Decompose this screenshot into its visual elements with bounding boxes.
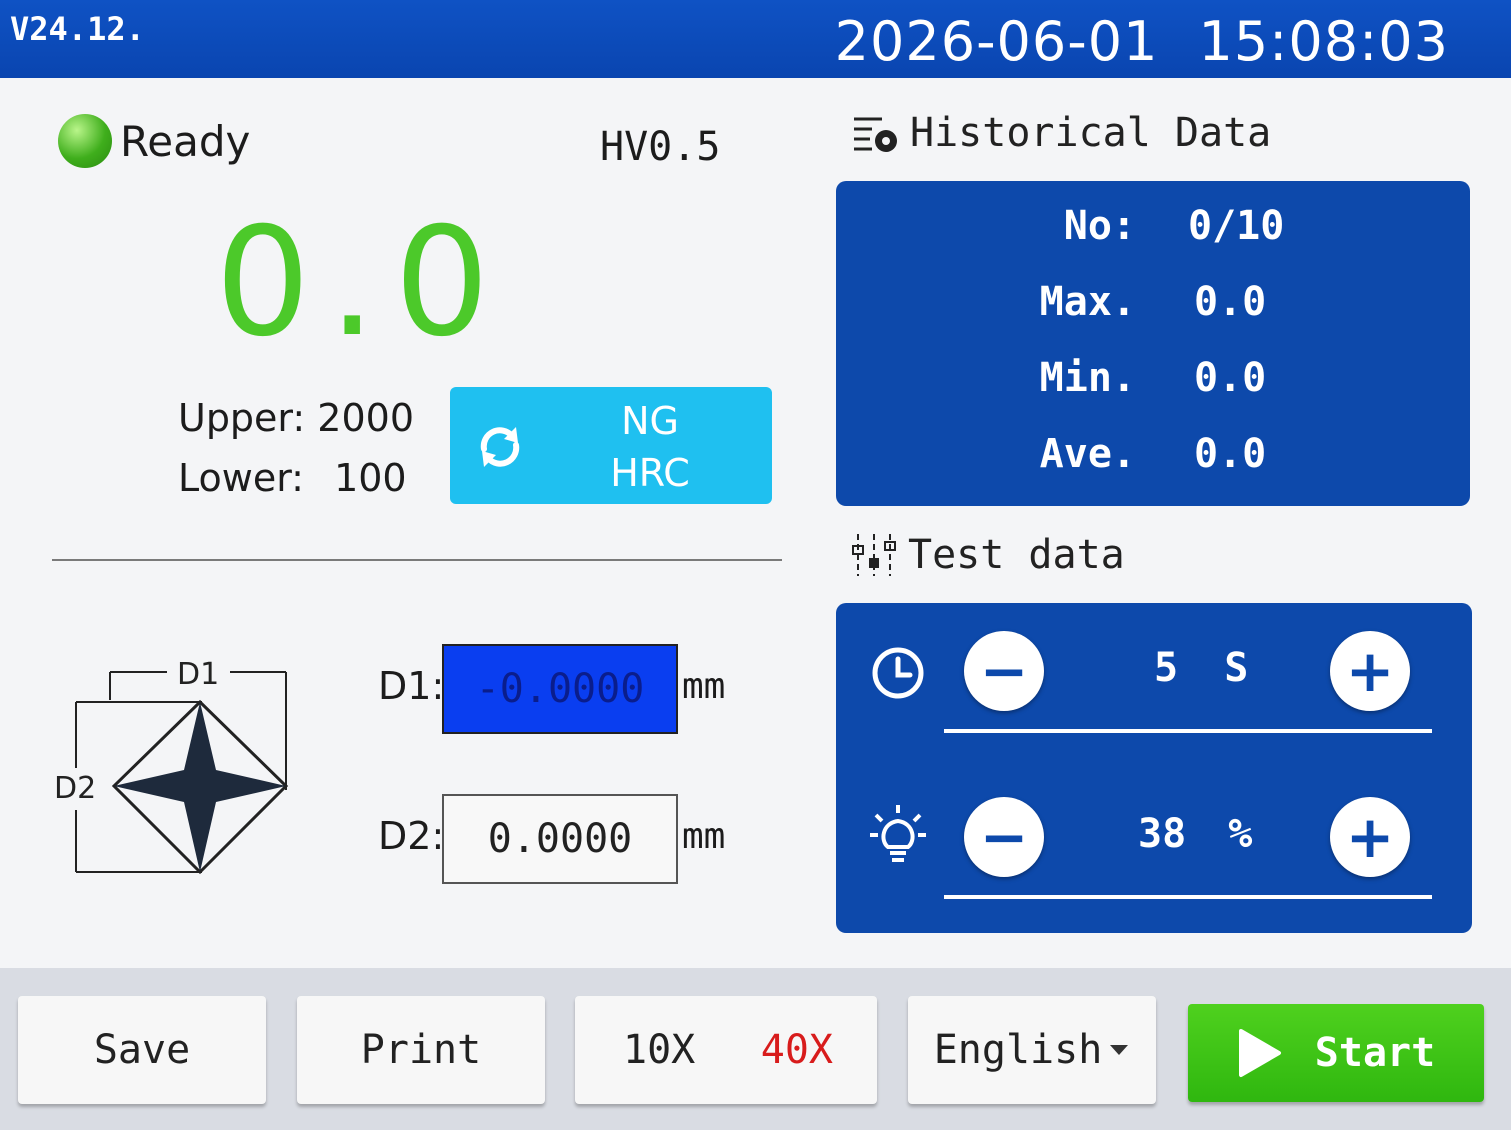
historical-data-title: Historical Data xyxy=(852,110,1271,156)
start-label: Start xyxy=(1314,1030,1436,1076)
dwell-increase-button[interactable]: + xyxy=(1330,631,1410,711)
date: 2026-06-01 xyxy=(834,10,1159,73)
test-data-panel: − 5 S + − 38 % + xyxy=(836,603,1472,933)
limits: Upper: 2000 Lower: 100 xyxy=(178,388,414,508)
diagram-d2-label: D2 xyxy=(54,771,96,806)
clock-icon xyxy=(872,647,924,699)
top-bar: V24.12. 2026-06-01 15:08:03 xyxy=(0,0,1511,78)
language-select[interactable]: English xyxy=(908,996,1156,1104)
historical-data-panel: No: 0/10 Max. 0.0 Min. 0.0 Ave. 0.0 xyxy=(836,181,1470,506)
diagram-d1-label: D1 xyxy=(177,657,219,692)
d1-unit: mm xyxy=(682,666,726,707)
refresh-icon xyxy=(480,427,520,467)
hardness-scale: HV0.5 xyxy=(600,124,721,170)
time: 15:08:03 xyxy=(1198,10,1449,73)
d1-input[interactable]: -0.0000 xyxy=(442,644,678,734)
divider xyxy=(944,729,1432,733)
history-label: No: xyxy=(1063,203,1136,249)
history-value: 0/10 xyxy=(1188,203,1285,249)
light-intensity: 38 % xyxy=(1138,811,1252,857)
d2-label: D2: xyxy=(378,814,445,858)
d1-label: D1: xyxy=(378,664,445,708)
light-intensity-value: 38 xyxy=(1138,811,1187,857)
result-status: NG xyxy=(621,399,679,443)
language-value: English xyxy=(933,1027,1103,1073)
indentation-diagram: D1 D2 xyxy=(54,657,289,875)
bulb-icon xyxy=(870,805,926,862)
history-value: 0.0 xyxy=(1194,431,1267,477)
history-value: 0.0 xyxy=(1194,279,1267,325)
save-button[interactable]: Save xyxy=(18,996,266,1104)
magnification-10x[interactable]: 10X xyxy=(623,1027,695,1073)
magnification-40x[interactable]: 40X xyxy=(761,1027,833,1073)
lower-limit-value: 100 xyxy=(334,456,407,500)
firmware-version: V24.12. xyxy=(10,10,145,48)
dwell-time-unit: S xyxy=(1224,645,1249,691)
dwell-decrease-button[interactable]: − xyxy=(964,631,1044,711)
light-decrease-button[interactable]: − xyxy=(964,797,1044,877)
history-icon xyxy=(854,117,897,152)
history-label: Min. xyxy=(1039,355,1136,401)
test-data-label: Test data xyxy=(908,532,1125,578)
d2-unit: mm xyxy=(682,816,726,857)
status-label: Ready xyxy=(120,116,251,166)
status-indicator: Ready xyxy=(58,114,250,168)
start-button[interactable]: Start xyxy=(1188,1004,1484,1102)
status-led-icon xyxy=(58,114,112,168)
history-label: Max. xyxy=(1039,279,1136,325)
upper-limit-label: Upper: xyxy=(178,396,306,440)
history-label: Ave. xyxy=(1039,431,1136,477)
dwell-time: 5 S xyxy=(1154,645,1248,691)
historical-data-label: Historical Data xyxy=(910,110,1272,156)
magnification-toggle[interactable]: 10X 40X xyxy=(575,996,877,1104)
lower-limit[interactable]: Lower: 100 xyxy=(178,448,414,508)
dwell-time-value: 5 xyxy=(1154,645,1179,691)
sliders-icon xyxy=(852,534,896,576)
light-increase-button[interactable]: + xyxy=(1330,797,1410,877)
play-icon xyxy=(1238,1029,1281,1077)
test-data-title: Test data xyxy=(852,532,1125,578)
d2-input[interactable]: 0.0000 xyxy=(442,794,678,884)
conversion-scale-button[interactable]: NG HRC xyxy=(450,387,772,504)
lower-limit-label: Lower: xyxy=(178,456,304,500)
datetime: 2026-06-01 15:08:03 xyxy=(835,10,1449,73)
caret-down-icon xyxy=(1110,1045,1129,1055)
conversion-scale: HRC xyxy=(610,451,690,495)
print-button[interactable]: Print xyxy=(297,996,545,1104)
upper-limit-value: 2000 xyxy=(317,396,415,440)
history-value: 0.0 xyxy=(1194,355,1267,401)
light-intensity-unit: % xyxy=(1228,811,1253,857)
divider xyxy=(944,895,1432,899)
conversion-scale-label: NG HRC xyxy=(570,395,730,499)
upper-limit[interactable]: Upper: 2000 xyxy=(178,388,414,448)
hardness-reading: 0.0 xyxy=(215,196,508,370)
divider xyxy=(52,559,782,561)
